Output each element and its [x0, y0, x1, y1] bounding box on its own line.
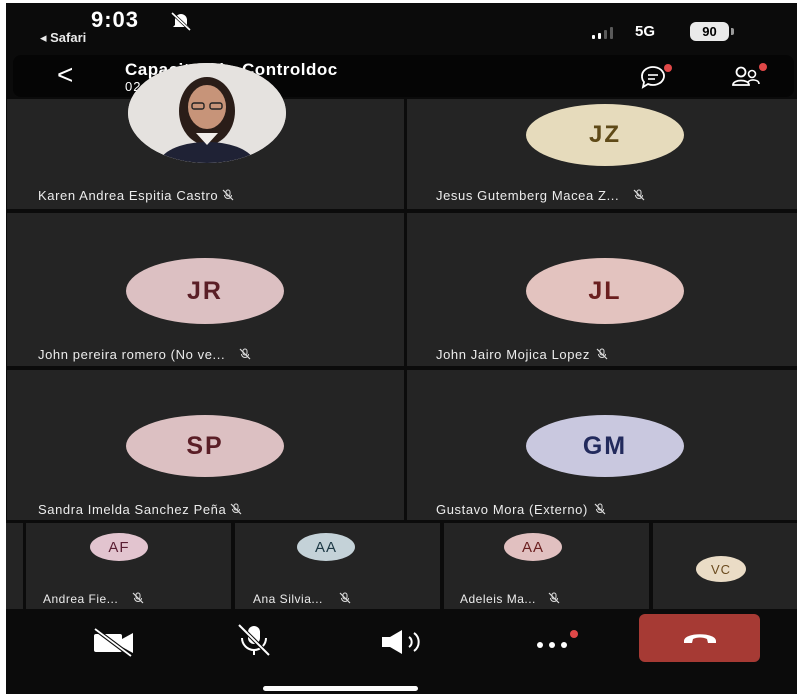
mic-muted-icon	[132, 592, 144, 604]
participant-name: Gustavo Mora (Externo)	[436, 502, 606, 517]
mic-muted-icon	[339, 592, 351, 604]
participant-avatar: JL	[526, 258, 684, 324]
cellular-signal-icon	[592, 27, 613, 39]
participant-photo	[128, 63, 286, 163]
home-indicator[interactable]	[263, 686, 418, 691]
participant-avatar: AA	[504, 533, 562, 561]
status-time: 9:03	[91, 7, 140, 32]
participant-avatar: VC	[696, 556, 746, 582]
participant-tile[interactable]: JL John Jairo Mojica Lopez	[407, 213, 797, 366]
participant-tile[interactable]: Karen Andrea Espitia Castro	[7, 63, 404, 209]
back-button[interactable]: <	[57, 59, 73, 91]
hangup-icon	[684, 634, 716, 643]
participant-name: Andrea Fie...	[43, 592, 144, 606]
participant-name: Karen Andrea Espitia Castro	[38, 188, 234, 203]
person-photo-icon	[128, 63, 286, 163]
participant-name: Jesus Gutemberg Macea Z...	[436, 188, 645, 203]
participant-avatar: GM	[526, 415, 684, 477]
strip-participant-tile[interactable]: AF Andrea Fie...	[26, 523, 231, 609]
chat-notification-dot	[664, 64, 672, 72]
participant-tile[interactable]: SP Sandra Imelda Sanchez Peña	[7, 370, 404, 520]
participant-avatar: JR	[126, 258, 284, 324]
mic-muted-icon	[596, 348, 608, 360]
network-type: 5G	[635, 23, 656, 40]
camera-off-icon[interactable]	[91, 627, 137, 657]
mic-muted-icon	[239, 348, 251, 360]
strip-edge-tile	[6, 523, 23, 609]
mic-muted-icon	[633, 189, 645, 201]
mic-muted-icon	[594, 503, 606, 515]
participant-tile[interactable]: JR John pereira romero (No ve...	[7, 213, 404, 366]
mic-off-icon[interactable]	[234, 623, 274, 657]
status-bar: 9:03 ◂ Safari 5G 90	[6, 3, 797, 53]
participant-avatar: AF	[90, 533, 148, 561]
call-header: < Capacitación Controldoc 02:45	[13, 55, 794, 97]
hangup-button[interactable]	[639, 614, 760, 662]
participant-avatar: SP	[126, 415, 284, 477]
participant-avatar: AA	[297, 533, 355, 561]
back-to-safari-link[interactable]: ◂ Safari	[40, 30, 86, 46]
mic-muted-icon	[548, 592, 560, 604]
participant-tile[interactable]: GM Gustavo Mora (Externo)	[407, 370, 797, 520]
battery-tip	[731, 28, 734, 35]
participant-name: John Jairo Mojica Lopez	[436, 347, 608, 362]
more-icon[interactable]	[532, 627, 582, 657]
strip-participant-tile[interactable]: AA Ana Silvia...	[235, 523, 440, 609]
speaker-icon[interactable]	[378, 627, 430, 657]
strip-participant-tile[interactable]: AA Adeleis Ma...	[444, 523, 649, 609]
silent-bell-icon	[170, 11, 192, 31]
participant-name: Ana Silvia...	[253, 592, 351, 606]
participants-icon[interactable]	[731, 64, 761, 90]
battery-indicator: 90	[690, 22, 729, 41]
participant-tile[interactable]: JZ Jesus Gutemberg Macea Z...	[407, 99, 797, 209]
participants-notification-dot	[759, 63, 767, 71]
participant-name: Sandra Imelda Sanchez Peña	[38, 502, 242, 517]
participant-name: Adeleis Ma...	[460, 592, 560, 606]
mic-muted-icon	[230, 503, 242, 515]
strip-participant-tile[interactable]: VC	[653, 523, 797, 609]
participant-name: John pereira romero (No ve...	[38, 347, 251, 362]
participant-avatar: JZ	[526, 104, 684, 166]
mic-muted-icon	[222, 189, 234, 201]
teams-call-screen: 9:03 ◂ Safari 5G 90 < Capacitación Contr…	[6, 3, 797, 694]
